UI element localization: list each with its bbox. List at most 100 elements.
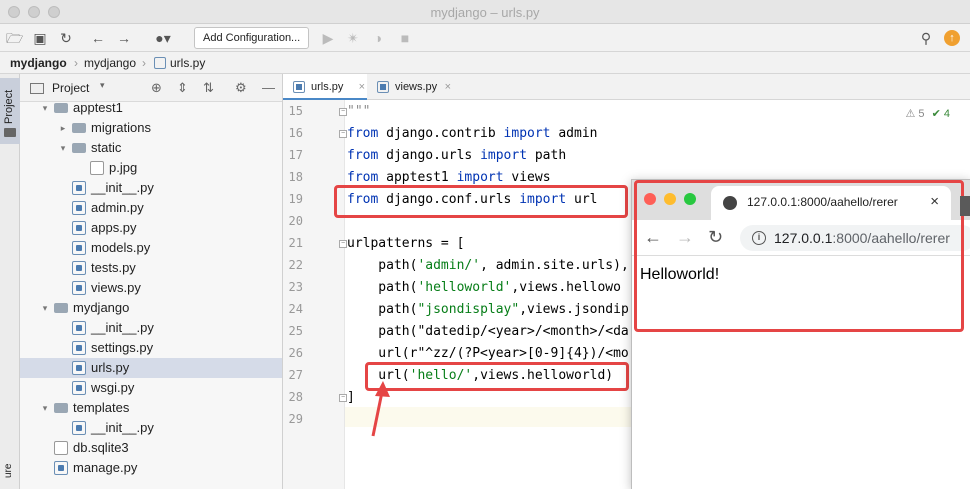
- tree-item[interactable]: manage.py: [20, 458, 282, 478]
- add-configuration-button[interactable]: Add Configuration...: [194, 27, 310, 49]
- search-icon[interactable]: ⚲: [918, 30, 934, 46]
- project-view-selector[interactable]: Project: [52, 81, 89, 95]
- code-line[interactable]: urlpatterns = [: [347, 236, 464, 251]
- tab-views-py[interactable]: views.py ×: [367, 74, 453, 100]
- code-line[interactable]: from apptest1 import views: [347, 170, 551, 185]
- python-file-icon: [154, 57, 166, 69]
- editor-tabs: urls.py × views.py ×: [283, 74, 970, 100]
- chevron-right-icon[interactable]: ▸: [58, 118, 68, 138]
- annotation-arrow: [371, 381, 390, 437]
- tree-item-label: admin.py: [91, 200, 144, 215]
- line-number: 15: [288, 104, 303, 118]
- coverage-icon[interactable]: ◑: [370, 30, 386, 46]
- close-icon[interactable]: ×: [359, 74, 365, 100]
- line-number: 22: [288, 258, 303, 272]
- line-number: 23: [288, 280, 303, 294]
- python-file-icon: [377, 81, 389, 93]
- tree-item[interactable]: __init__.py: [20, 418, 282, 438]
- breadcrumb-file[interactable]: urls.py: [170, 52, 205, 74]
- code-line[interactable]: path('helloworld',views.hellowo: [347, 280, 621, 295]
- hide-panel-icon[interactable]: —: [262, 80, 275, 95]
- code-line[interactable]: path('admin/', admin.site.urls),: [347, 258, 629, 273]
- tree-item[interactable]: p.jpg: [20, 158, 282, 178]
- code-line[interactable]: from django.contrib import admin: [347, 126, 597, 141]
- chevron-down-icon[interactable]: ▾: [40, 298, 50, 318]
- tree-item[interactable]: apps.py: [20, 218, 282, 238]
- folder-icon: [54, 403, 68, 413]
- main-toolbar: 🗁 ▣ ↻ ← → ●▾ Add Configuration... ▶ ✴ ◑ …: [0, 24, 970, 52]
- tree-item[interactable]: __init__.py: [20, 178, 282, 198]
- code-line[interactable]: from django.urls import path: [347, 148, 566, 163]
- tree-item[interactable]: views.py: [20, 278, 282, 298]
- tree-item[interactable]: ▾ apptest1: [20, 98, 282, 118]
- code-line[interactable]: url(r"^zz/(?P<year>[0-9]{4})/<mo: [347, 346, 628, 361]
- inspection-widget[interactable]: ⚠ 5 ✔ 4: [905, 107, 950, 120]
- chevron-down-icon[interactable]: ▾: [40, 98, 50, 118]
- tree-item[interactable]: urls.py: [20, 358, 282, 378]
- open-folder-icon[interactable]: 🗁: [6, 30, 23, 46]
- code-line[interactable]: path("jsondisplay",views.jsondip: [347, 302, 628, 317]
- line-number: 17: [288, 148, 303, 162]
- close-icon[interactable]: ×: [445, 74, 451, 100]
- project-view-icon: [30, 83, 44, 94]
- locate-icon[interactable]: ⊕: [151, 80, 162, 96]
- tree-item[interactable]: admin.py: [20, 198, 282, 218]
- fold-marker-icon[interactable]: −: [339, 130, 347, 138]
- tree-item-label: db.sqlite3: [73, 440, 129, 455]
- left-tool-strip: Project ure: [0, 74, 20, 489]
- chevron-down-icon[interactable]: ▾: [100, 80, 105, 91]
- folder-icon: [72, 123, 86, 133]
- sync-icon[interactable]: ↻: [58, 30, 74, 46]
- tree-item-label: tests.py: [91, 260, 136, 275]
- fold-marker-icon[interactable]: −: [339, 240, 347, 248]
- line-number: 19: [288, 192, 303, 206]
- python-file-icon: [72, 421, 86, 435]
- line-number: 25: [288, 324, 303, 338]
- check-icon: ✔: [931, 108, 941, 120]
- forward-icon[interactable]: →: [116, 30, 132, 46]
- tree-item-label: __init__.py: [91, 420, 154, 435]
- expand-all-icon[interactable]: ⇕: [177, 80, 188, 96]
- tree-item[interactable]: tests.py: [20, 258, 282, 278]
- save-icon[interactable]: ▣: [32, 30, 48, 46]
- breadcrumb-separator: ›: [142, 56, 146, 70]
- code-line[interactable]: """: [347, 104, 370, 119]
- run-icon[interactable]: ▶: [320, 30, 336, 46]
- stop-icon[interactable]: ■: [397, 30, 413, 46]
- tree-item[interactable]: ▾ mydjango: [20, 298, 282, 318]
- code-line[interactable]: ]: [347, 390, 355, 405]
- line-number: 24: [288, 302, 303, 316]
- tree-item[interactable]: wsgi.py: [20, 378, 282, 398]
- fold-marker-icon[interactable]: −: [339, 108, 347, 116]
- gear-icon[interactable]: ⚙: [235, 80, 247, 96]
- chevron-down-icon[interactable]: ▾: [58, 138, 68, 158]
- tree-item[interactable]: ▾ static: [20, 138, 282, 158]
- tree-item[interactable]: ▾ templates: [20, 398, 282, 418]
- title-bar: mydjango – urls.py: [0, 0, 970, 24]
- code-line[interactable]: path("datedip/<year>/<month>/<da: [347, 324, 628, 339]
- tree-item[interactable]: __init__.py: [20, 318, 282, 338]
- breadcrumb-project[interactable]: mydjango: [10, 52, 67, 74]
- structure-tool-tab[interactable]: ure: [3, 464, 14, 478]
- breadcrumb: mydjango › mydjango › urls.py: [0, 52, 970, 74]
- debug-icon[interactable]: ✴: [345, 30, 361, 46]
- python-file-icon: [72, 281, 86, 295]
- back-icon[interactable]: ←: [90, 30, 106, 46]
- tree-item[interactable]: ▸ migrations: [20, 118, 282, 138]
- folder-icon: [72, 143, 86, 153]
- tree-item[interactable]: models.py: [20, 238, 282, 258]
- fold-marker-icon[interactable]: −: [339, 394, 347, 402]
- python-file-icon: [293, 81, 305, 93]
- line-number: 26: [288, 346, 303, 360]
- tab-urls-py[interactable]: urls.py ×: [283, 74, 367, 100]
- update-icon[interactable]: ↑: [944, 30, 960, 46]
- collapse-all-icon[interactable]: ⇅: [203, 80, 214, 96]
- vcs-user-icon[interactable]: ●▾: [150, 30, 176, 46]
- tree-item[interactable]: db.sqlite3: [20, 438, 282, 458]
- breadcrumb-package[interactable]: mydjango: [84, 52, 136, 74]
- python-file-icon: [54, 461, 68, 475]
- tree-item-label: templates: [73, 400, 130, 415]
- tree-item[interactable]: settings.py: [20, 338, 282, 358]
- chevron-down-icon[interactable]: ▾: [40, 398, 50, 418]
- project-tool-tab-label: Project: [3, 89, 15, 124]
